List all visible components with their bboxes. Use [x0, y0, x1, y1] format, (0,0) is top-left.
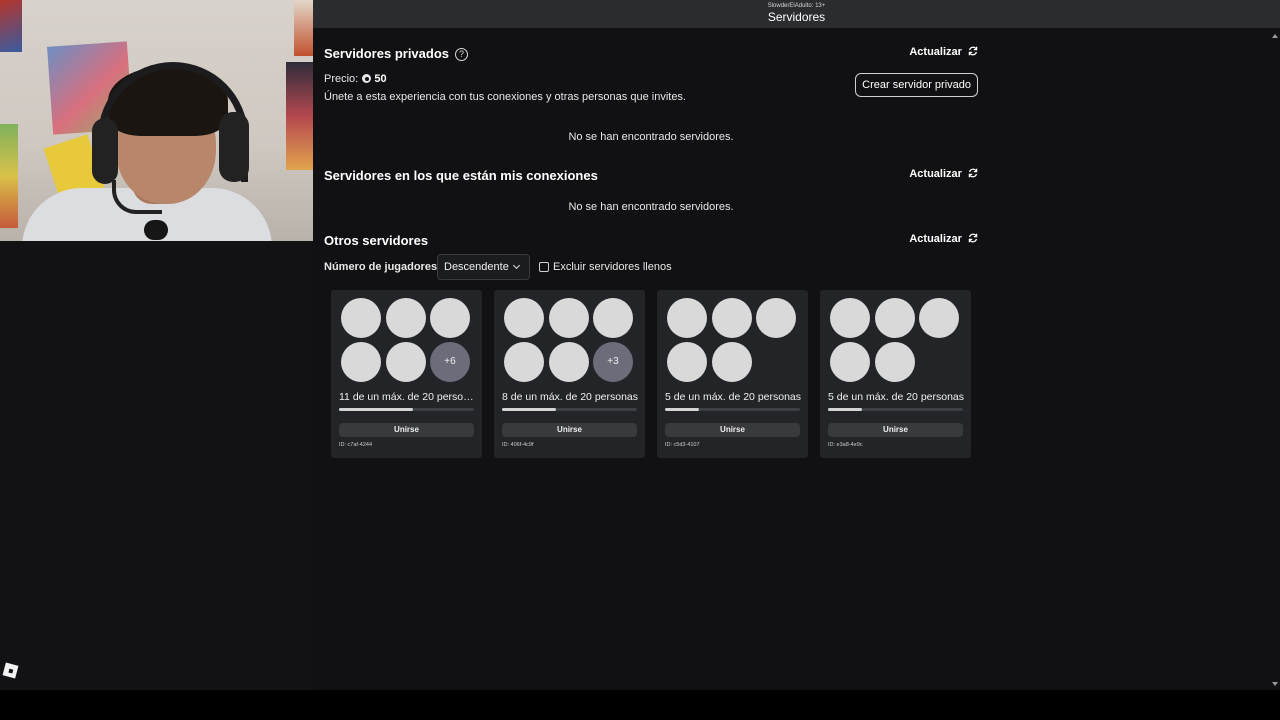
- scrollbar[interactable]: [1270, 28, 1280, 690]
- private-servers-empty-message: No se han encontrado servidores.: [568, 131, 734, 143]
- server-card: +3 8 de un máx. de 20 personas Unirse ID: 4…: [494, 290, 645, 458]
- refresh-icon: [968, 168, 978, 178]
- server-player-count: 11 de un máx. de 20 personas: [339, 391, 475, 403]
- player-avatar[interactable]: [386, 342, 426, 382]
- scroll-down-arrow-icon[interactable]: [1272, 682, 1278, 686]
- player-avatar[interactable]: [341, 342, 381, 382]
- bottom-strip: [0, 690, 1280, 720]
- server-id: ID: c5d3-4107: [665, 442, 700, 448]
- player-avatar[interactable]: [667, 298, 707, 338]
- join-server-button[interactable]: Unirse: [502, 423, 637, 437]
- join-server-button[interactable]: Unirse: [665, 423, 800, 437]
- server-card-list: +6 11 de un máx. de 20 personas Unirse ID: …: [331, 290, 981, 460]
- player-avatar[interactable]: [549, 298, 589, 338]
- wall-poster: [0, 124, 18, 228]
- server-card: +6 11 de un máx. de 20 personas Unirse ID: …: [331, 290, 482, 458]
- experience-subtitle: SlowderElAdulto: 13+: [767, 3, 826, 9]
- player-avatar[interactable]: [830, 298, 870, 338]
- server-card: 5 de un máx. de 20 personas Unirse ID: e3a…: [820, 290, 971, 458]
- server-capacity-bar: [339, 408, 474, 411]
- refresh-icon: [968, 233, 978, 243]
- player-avatar[interactable]: [430, 298, 470, 338]
- server-capacity-fill: [665, 408, 699, 411]
- server-capacity-fill: [828, 408, 862, 411]
- connection-servers-header: Servidores en los que están mis conexion…: [324, 168, 978, 188]
- player-avatar[interactable]: [504, 342, 544, 382]
- player-avatar[interactable]: [386, 298, 426, 338]
- sort-order-select[interactable]: Descendente: [437, 254, 530, 280]
- more-players-badge: +3: [593, 342, 633, 382]
- microphone-icon: [144, 220, 168, 240]
- server-capacity-bar: [828, 408, 963, 411]
- top-bar: SlowderElAdulto: 13+ Servidores: [313, 0, 1280, 28]
- player-avatar[interactable]: [504, 298, 544, 338]
- server-player-count: 8 de un máx. de 20 personas: [502, 391, 638, 403]
- price-line: Precio: 50: [324, 73, 387, 85]
- player-avatar[interactable]: [341, 298, 381, 338]
- join-server-button[interactable]: Unirse: [828, 423, 963, 437]
- headset-left-ear: [92, 118, 118, 184]
- player-avatar[interactable]: [875, 342, 915, 382]
- screen: SlowderElAdulto: 13+ Servidores Servidor…: [0, 0, 1280, 720]
- create-private-server-button[interactable]: Crear servidor privado: [855, 73, 978, 97]
- refresh-label: Actualizar: [909, 168, 962, 180]
- page-title: Servidores: [767, 10, 826, 24]
- server-capacity-bar: [502, 408, 637, 411]
- wall-poster: [294, 0, 313, 56]
- refresh-label: Actualizar: [909, 233, 962, 245]
- wall-poster: [0, 0, 22, 52]
- join-server-button[interactable]: Unirse: [339, 423, 474, 437]
- player-avatar[interactable]: [830, 342, 870, 382]
- robux-icon: [362, 74, 372, 83]
- wall-poster: [286, 62, 313, 170]
- player-avatar[interactable]: [667, 342, 707, 382]
- left-pane: [0, 0, 313, 690]
- server-id: ID: 406f-4c9f: [502, 442, 534, 448]
- server-filter-row: Número de jugadores Descendente Excluir …: [324, 254, 978, 280]
- server-capacity-fill: [502, 408, 556, 411]
- server-player-count: 5 de un máx. de 20 personas: [665, 391, 801, 403]
- connection-servers-title: Servidores en los que están mis conexion…: [324, 168, 598, 183]
- exclude-full-checkbox[interactable]: [539, 262, 549, 272]
- sort-label: Número de jugadores: [324, 261, 438, 273]
- other-servers-refresh-button[interactable]: Actualizar: [909, 233, 978, 245]
- refresh-icon: [968, 46, 978, 56]
- more-players-badge: +6: [430, 342, 470, 382]
- player-avatar[interactable]: [919, 298, 959, 338]
- scroll-up-arrow-icon[interactable]: [1272, 34, 1278, 38]
- player-avatar[interactable]: [712, 298, 752, 338]
- server-player-count: 5 de un máx. de 20 personas: [828, 391, 964, 403]
- roblox-logo-icon[interactable]: [2, 662, 19, 679]
- player-avatar[interactable]: [712, 342, 752, 382]
- sort-order-value: Descendente: [444, 261, 509, 273]
- webcam-overlay: [0, 0, 313, 241]
- private-servers-refresh-button[interactable]: Actualizar: [909, 46, 978, 58]
- other-servers-title: Otros servidores: [324, 233, 429, 248]
- price-label: Precio:: [324, 73, 359, 85]
- connection-servers-refresh-button[interactable]: Actualizar: [909, 168, 978, 180]
- server-card: 5 de un máx. de 20 personas Unirse ID: c5d…: [657, 290, 808, 458]
- private-servers-header: Servidores privados? Actualizar: [324, 46, 978, 66]
- exclude-full-label[interactable]: Excluir servidores llenos: [553, 261, 672, 273]
- player-avatar[interactable]: [549, 342, 589, 382]
- server-capacity-bar: [665, 408, 800, 411]
- server-id: ID: e3a8-4e9c: [828, 442, 863, 448]
- private-servers-title: Servidores privados: [324, 46, 449, 61]
- player-avatar[interactable]: [756, 298, 796, 338]
- player-avatar[interactable]: [593, 298, 633, 338]
- price-value: 50: [374, 73, 387, 85]
- server-capacity-fill: [339, 408, 414, 411]
- private-servers-description: Únete a esta experiencia con tus conexio…: [324, 91, 686, 103]
- refresh-label: Actualizar: [909, 46, 962, 58]
- server-id: ID: c7af-4244: [339, 442, 373, 448]
- headset-right-ear: [219, 112, 249, 182]
- connection-servers-empty-message: No se han encontrado servidores.: [568, 201, 734, 213]
- other-servers-header: Otros servidores Actualizar: [324, 233, 978, 253]
- chevron-down-icon: [512, 261, 521, 270]
- question-circle-icon[interactable]: ?: [455, 48, 468, 61]
- player-avatar[interactable]: [875, 298, 915, 338]
